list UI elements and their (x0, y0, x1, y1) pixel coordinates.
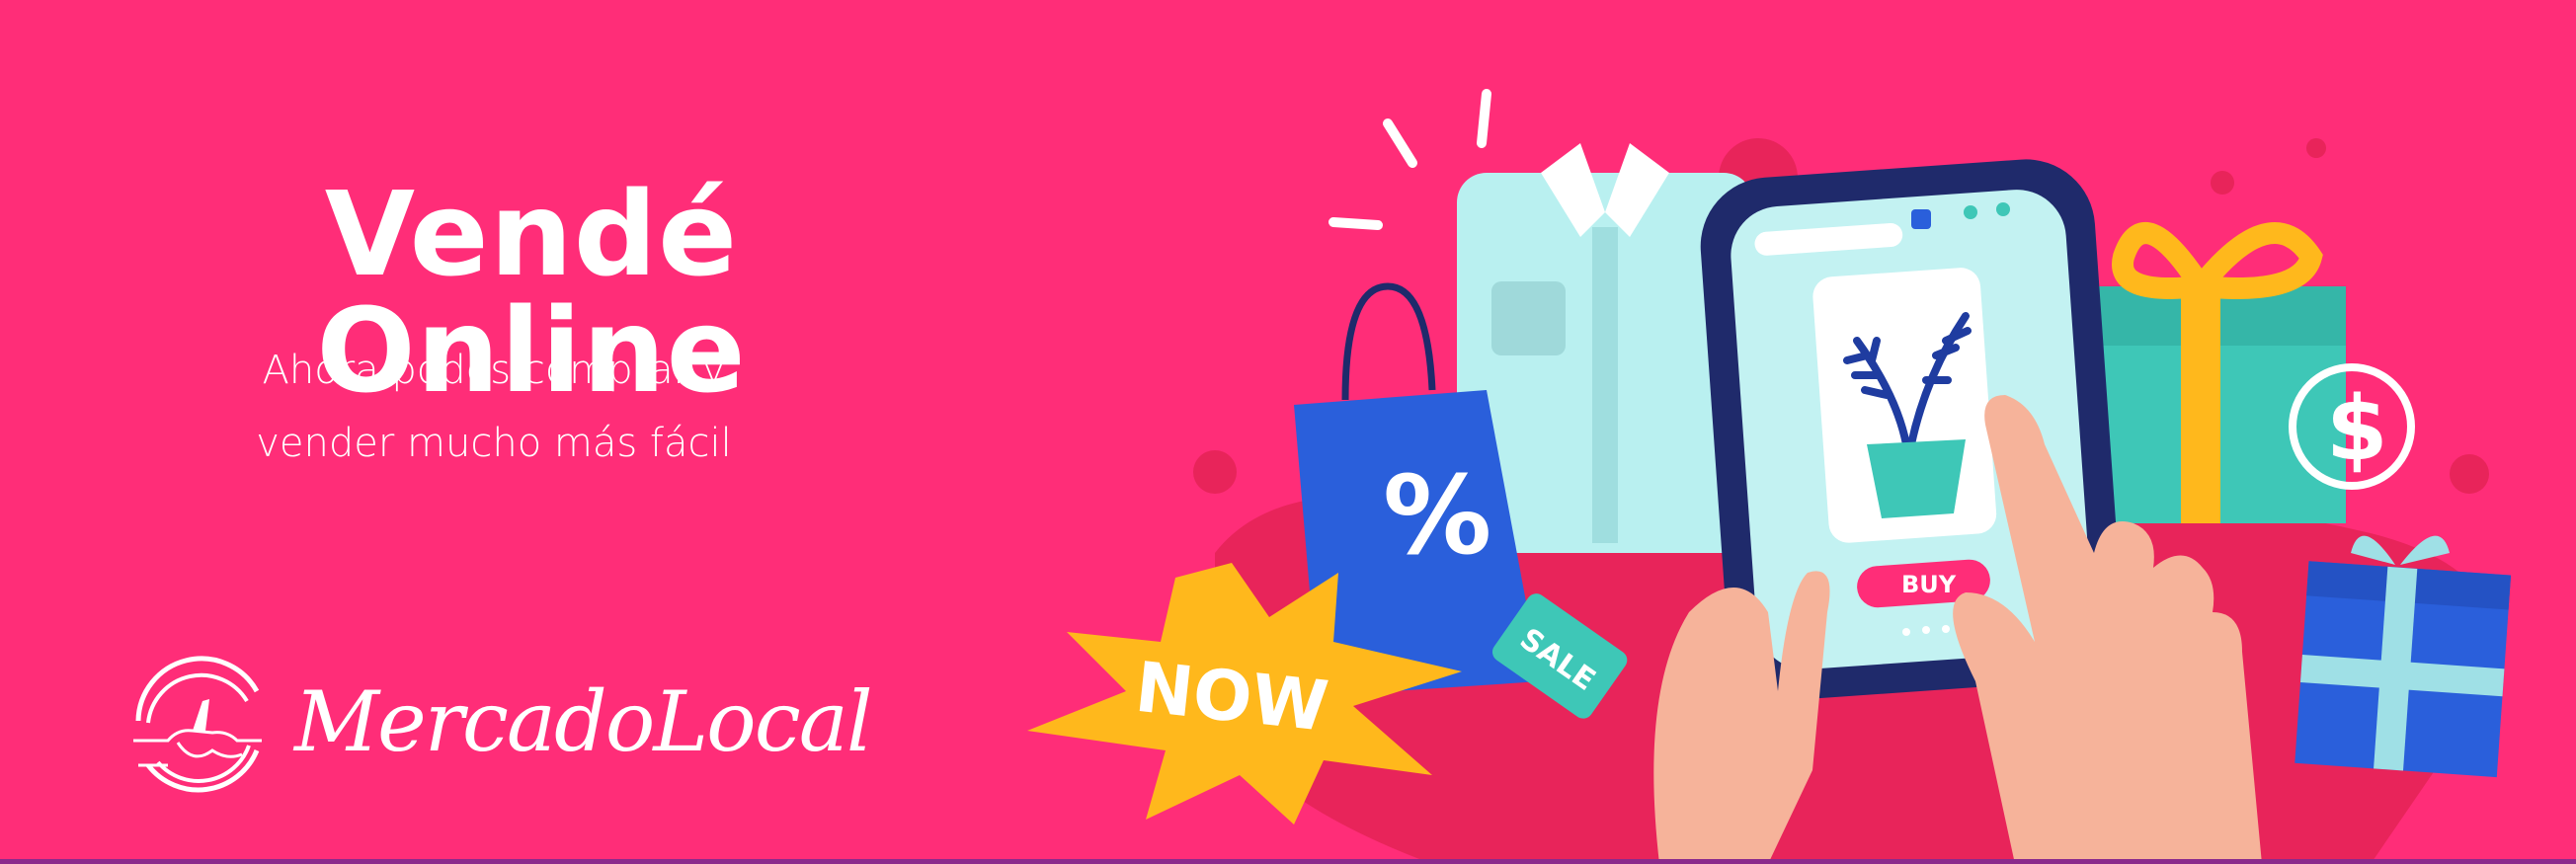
dot-decoration (2306, 138, 2326, 158)
cart-icon (1996, 202, 2010, 216)
blue-gift-box-icon (2294, 535, 2512, 778)
svg-text:BUY: BUY (1901, 571, 1957, 598)
shopping-illustration: % SALE NOW $ BUY (1027, 89, 2512, 864)
search-icon (1911, 209, 1931, 229)
heart-icon (1964, 205, 1977, 219)
gift-box-icon (2094, 222, 2346, 523)
percent-symbol: % (1383, 452, 1491, 579)
promo-banner: Vendé Online Ahora podes comprar y vende… (0, 0, 2576, 864)
plant-pot (1867, 439, 1966, 518)
svg-text:$: $ (2326, 377, 2388, 481)
bottom-border (0, 859, 2576, 864)
dot-decoration (2450, 454, 2489, 494)
dot-decoration (1193, 450, 1237, 494)
dot-decoration (2211, 171, 2234, 195)
